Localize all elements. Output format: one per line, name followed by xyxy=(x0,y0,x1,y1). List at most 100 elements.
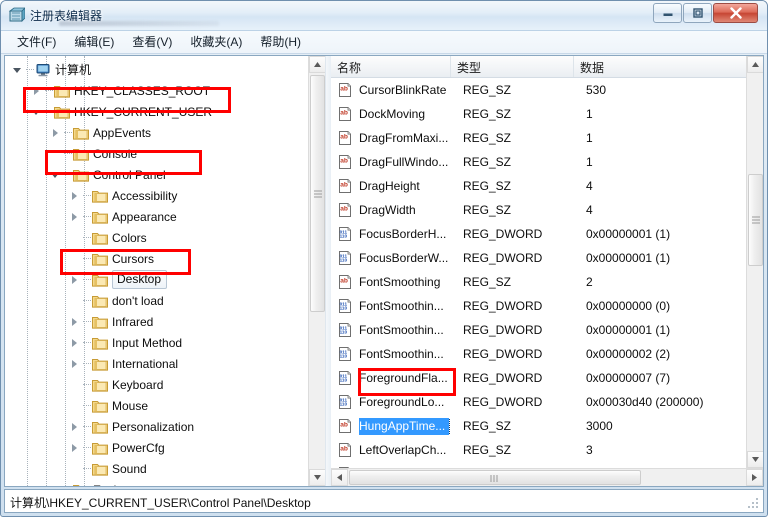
tree-item-sound[interactable]: Sound xyxy=(5,458,309,479)
tree-item-powercfg[interactable]: PowerCfg xyxy=(5,437,309,458)
restore-button[interactable] xyxy=(683,3,712,23)
expand-arrow-icon[interactable] xyxy=(68,441,81,454)
tree-item-label: Appearance xyxy=(112,209,177,224)
collapse-arrow-icon[interactable] xyxy=(11,63,24,76)
expand-arrow-icon[interactable] xyxy=(30,84,43,97)
expand-arrow-icon[interactable] xyxy=(68,189,81,202)
folder-icon xyxy=(92,231,108,245)
tree-item-environment[interactable]: Environment xyxy=(5,479,309,486)
tree-item-label: Desktop xyxy=(112,270,171,289)
collapse-arrow-icon[interactable] xyxy=(30,105,43,118)
list-vertical-scrollbar[interactable] xyxy=(746,56,763,468)
tree-scroll-down-button[interactable] xyxy=(309,469,325,486)
tree-scroll-up-button[interactable] xyxy=(309,56,325,73)
collapse-arrow-icon[interactable] xyxy=(49,168,62,181)
tree-item-hkey-classes-root[interactable]: HKEY_CLASSES_ROOT xyxy=(5,80,309,101)
tree-item-accessibility[interactable]: Accessibility xyxy=(5,185,309,206)
tree-item-don-t-load[interactable]: don't load xyxy=(5,290,309,311)
column-header-name[interactable]: 名称 xyxy=(331,56,451,77)
registry-tree-pane: 计算机 HKEY_CLASSES_ROOT HKEY_CURRENT_USER App… xyxy=(5,56,326,486)
value-name-text: DockMoving xyxy=(359,107,426,121)
tree-item-console[interactable]: Console xyxy=(5,143,309,164)
string-value-icon: ab xyxy=(337,178,353,194)
minimize-button[interactable] xyxy=(653,3,682,23)
list-horizontal-scrollbar[interactable] xyxy=(331,468,763,486)
value-row[interactable]: ab DockMoving REG_SZ 1 xyxy=(331,102,746,126)
tree-scrollbar-thumb[interactable] xyxy=(310,75,325,312)
tree-item-infrared[interactable]: Infrared xyxy=(5,311,309,332)
string-value-icon: ab xyxy=(337,442,353,458)
tree-item-appevents[interactable]: AppEvents xyxy=(5,122,309,143)
expand-arrow-icon[interactable] xyxy=(68,273,81,286)
tree-item-colors[interactable]: Colors xyxy=(5,227,309,248)
value-row[interactable]: 011 110 FocusBorderW... REG_DWORD 0x00000001… xyxy=(331,246,746,270)
tree-item-desktop[interactable]: Desktop xyxy=(5,269,309,290)
dword-value-icon: 011 110 xyxy=(337,226,353,242)
tree-item-label: International xyxy=(112,356,179,371)
expand-arrow-icon[interactable] xyxy=(68,210,81,223)
status-path: 计算机\HKEY_CURRENT_USER\Control Panel\Desk… xyxy=(10,496,311,510)
list-scroll-left-button[interactable] xyxy=(331,469,348,486)
tree-item-control-panel[interactable]: Control Panel xyxy=(5,164,309,185)
tree-item-input-method[interactable]: Input Method xyxy=(5,332,309,353)
value-row[interactable]: ab DragFullWindo... REG_SZ 1 xyxy=(331,150,746,174)
list-hscrollbar-thumb[interactable] xyxy=(349,470,641,485)
column-header-type[interactable]: 类型 xyxy=(451,56,574,77)
value-name-text: DragWidth xyxy=(359,203,416,217)
value-row[interactable]: ab DragHeight REG_SZ 4 xyxy=(331,174,746,198)
value-row[interactable]: 011 110 ForegroundFla... REG_DWORD 0x0000000… xyxy=(331,366,746,390)
tree-item-selection: Desktop xyxy=(112,270,168,289)
value-row[interactable]: 011 110 ForegroundLo... REG_DWORD 0x00030d40… xyxy=(331,390,746,414)
value-row[interactable]: 011 110 FocusBorderH... REG_DWORD 0x00000001… xyxy=(331,222,746,246)
folder-icon xyxy=(73,147,89,161)
value-row[interactable]: 011 110 FontSmoothin... REG_DWORD 0x00000001… xyxy=(331,318,746,342)
svg-text:110: 110 xyxy=(340,306,348,311)
value-row[interactable]: ab DragWidth REG_SZ 4 xyxy=(331,198,746,222)
string-value-icon: ab xyxy=(337,106,353,122)
menu-view[interactable]: 查看(V) xyxy=(123,31,181,53)
menu-help[interactable]: 帮助(H) xyxy=(251,31,310,53)
tree-vertical-scrollbar[interactable] xyxy=(308,56,325,486)
column-header-data[interactable]: 数据 xyxy=(574,56,746,77)
value-row[interactable]: ab HungAppTime... REG_SZ 3000 xyxy=(331,414,746,438)
expand-arrow-icon[interactable] xyxy=(68,315,81,328)
value-row[interactable]: ab DragFromMaxi... REG_SZ 1 xyxy=(331,126,746,150)
value-name: FontSmoothin... xyxy=(359,323,463,337)
expand-arrow-icon[interactable] xyxy=(49,126,62,139)
value-name: FontSmoothin... xyxy=(359,299,463,313)
resize-grip-icon[interactable] xyxy=(748,498,760,510)
value-name: LeftOverlapCh... xyxy=(359,443,463,457)
tree-item-cursors[interactable]: Cursors xyxy=(5,248,309,269)
registry-tree[interactable]: 计算机 HKEY_CLASSES_ROOT HKEY_CURRENT_USER App… xyxy=(5,56,309,486)
value-row[interactable]: 011 110 FontSmoothin... REG_DWORD 0x00000000… xyxy=(331,294,746,318)
expand-arrow-icon[interactable] xyxy=(68,336,81,349)
value-data: 0x00000007 (7) xyxy=(586,371,671,385)
expand-arrow-icon[interactable] xyxy=(68,420,81,433)
value-type: REG_SZ xyxy=(463,443,512,457)
menu-file[interactable]: 文件(F) xyxy=(8,31,65,53)
tree-item-hkey-current-user[interactable]: HKEY_CURRENT_USER xyxy=(5,101,309,122)
value-row[interactable]: ab LeftOverlapCh... REG_SZ 3 xyxy=(331,438,746,462)
list-scroll-down-button[interactable] xyxy=(747,451,763,468)
tree-connector xyxy=(82,185,92,206)
folder-icon xyxy=(92,441,108,455)
tree-item-international[interactable]: International xyxy=(5,353,309,374)
value-row[interactable]: 011 110 FontSmoothin... REG_DWORD 0x00000002… xyxy=(331,342,746,366)
expand-arrow-icon[interactable] xyxy=(68,357,81,370)
registry-values-list[interactable]: ab CursorBlinkRate REG_SZ 530 ab DockMoving RE… xyxy=(331,78,746,468)
close-button[interactable] xyxy=(713,3,758,23)
value-row[interactable]: ab CursorBlinkRate REG_SZ 530 xyxy=(331,78,746,102)
menu-edit[interactable]: 编辑(E) xyxy=(65,31,123,53)
tree-item-keyboard[interactable]: Keyboard xyxy=(5,374,309,395)
tree-item-[interactable]: 计算机 xyxy=(5,59,309,80)
value-type: REG_SZ xyxy=(463,131,512,145)
list-scroll-up-button[interactable] xyxy=(747,56,763,73)
tree-item-mouse[interactable]: Mouse xyxy=(5,395,309,416)
tree-item-personalization[interactable]: Personalization xyxy=(5,416,309,437)
value-type: REG_SZ xyxy=(463,203,512,217)
menu-favorites[interactable]: 收藏夹(A) xyxy=(181,31,251,53)
value-row[interactable]: ab FontSmoothing REG_SZ 2 xyxy=(331,270,746,294)
list-scrollbar-thumb[interactable] xyxy=(748,174,763,266)
tree-item-appearance[interactable]: Appearance xyxy=(5,206,309,227)
list-scroll-right-button[interactable] xyxy=(746,469,763,486)
